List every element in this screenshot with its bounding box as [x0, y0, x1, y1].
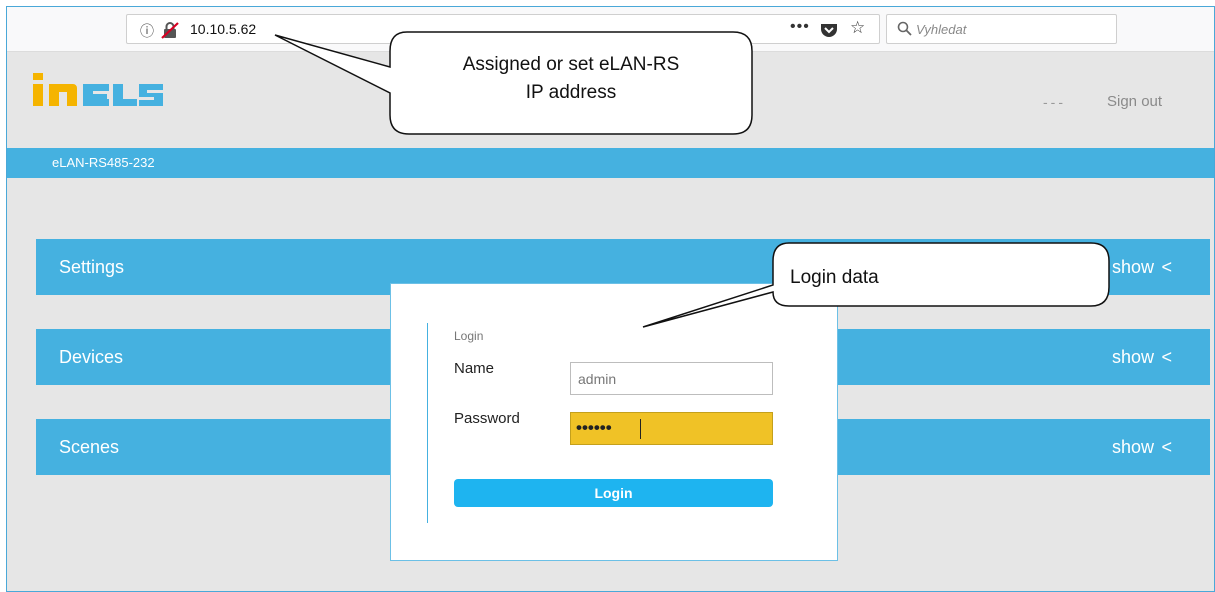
- ip-callout-text: Assigned or set eLAN-RS IP address: [395, 54, 747, 104]
- ip-callout-line1: Assigned or set eLAN-RS: [462, 54, 680, 75]
- browser-window: ⓘ 10.10.5.62 ••• ☆ Vyhledat --- Sign out…: [6, 6, 1215, 592]
- login-callout-text: Login data: [790, 267, 879, 288]
- ip-callout-line2: IP address: [525, 82, 617, 103]
